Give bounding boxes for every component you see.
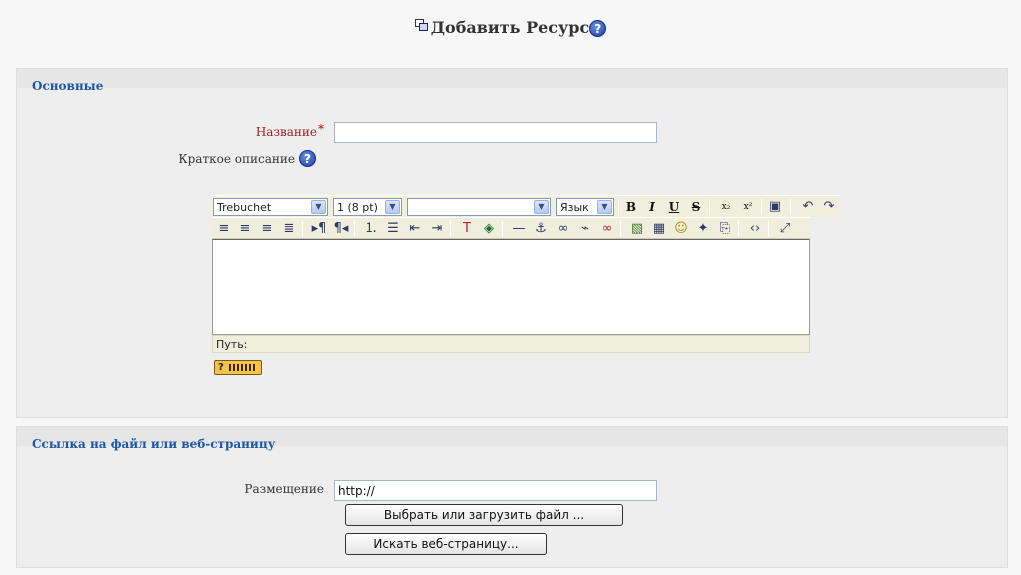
choose-file-button[interactable]: Выбрать или загрузить файл ...: [345, 504, 623, 526]
image-icon[interactable]: ▧: [627, 220, 647, 238]
toolbar-separator: [768, 221, 769, 237]
editor-path-label: Путь:: [216, 338, 248, 351]
link-icon[interactable]: ∞: [553, 220, 573, 238]
link-legend: Ссылка на файл или веб-страницу: [32, 437, 276, 451]
font-size-value: 1 (8 pt): [337, 201, 378, 214]
html-editor: Trebuchet ▼ 1 (8 pt) ▼ ▼ Язык ▼ B I U S …: [212, 195, 840, 353]
underline-button[interactable]: U: [664, 198, 684, 216]
ordered-list-icon[interactable]: ⒈: [361, 220, 381, 238]
bg-color-icon[interactable]: ◈: [479, 220, 499, 238]
toolbar-row-1: Trebuchet ▼ 1 (8 pt) ▼ ▼ Язык ▼ B I U S …: [212, 195, 840, 217]
chevron-down-icon: ▼: [534, 200, 549, 214]
strikethrough-button[interactable]: S: [686, 198, 706, 216]
undo-icon[interactable]: ↶: [798, 198, 818, 216]
fullscreen-icon[interactable]: ⤢: [775, 220, 795, 238]
toolbar-separator: [302, 221, 303, 237]
unordered-list-icon[interactable]: ☰: [383, 220, 403, 238]
font-family-select[interactable]: Trebuchet ▼: [213, 198, 328, 216]
indent-icon[interactable]: ⇥: [427, 220, 447, 238]
smiley-icon[interactable]: ☺: [671, 220, 691, 238]
nolink-icon[interactable]: ∞: [597, 220, 617, 238]
toolbar-separator: [761, 199, 762, 215]
toolbar-separator: [618, 199, 619, 215]
html-source-icon[interactable]: ‹›: [745, 220, 765, 238]
superscript-button[interactable]: x²: [738, 198, 758, 216]
required-icon: *: [318, 122, 324, 136]
page-title: Добавить Ресурс?: [0, 18, 1021, 37]
italic-button[interactable]: I: [642, 198, 662, 216]
font-family-value: Trebuchet: [217, 201, 272, 214]
keyboard-help-glyph: ?: [218, 362, 224, 373]
name-label: Название*: [200, 122, 324, 139]
keyboard-icon: [229, 364, 257, 371]
ltr-icon[interactable]: ▸¶: [309, 220, 329, 238]
editor-content-area[interactable]: [212, 239, 810, 335]
outdent-icon[interactable]: ⇤: [405, 220, 425, 238]
special-char-icon[interactable]: ✦: [693, 220, 713, 238]
align-right-icon[interactable]: ≡: [257, 220, 277, 238]
search-replace-icon[interactable]: ⎘: [715, 220, 735, 238]
table-icon[interactable]: ▦: [649, 220, 669, 238]
help-icon[interactable]: ?: [589, 20, 607, 37]
chevron-down-icon: ▼: [597, 200, 612, 214]
format-select[interactable]: ▼: [407, 198, 551, 216]
name-input[interactable]: [334, 122, 657, 143]
anchor-icon[interactable]: ⚓: [531, 220, 551, 238]
toolbar-separator: [502, 221, 503, 237]
summary-label: Краткое описание: [150, 152, 295, 166]
redo-icon[interactable]: ↷: [819, 198, 839, 216]
horizontal-rule-icon[interactable]: —: [509, 220, 529, 238]
align-center-icon[interactable]: ≡: [235, 220, 255, 238]
chevron-down-icon: ▼: [385, 200, 400, 214]
subscript-button[interactable]: x₂: [716, 198, 736, 216]
align-justify-icon[interactable]: ≣: [279, 220, 299, 238]
page-title-text: Добавить Ресурс: [430, 18, 590, 37]
keyboard-help-button[interactable]: ?: [214, 360, 262, 375]
general-legend: Основные: [32, 79, 104, 93]
name-label-text: Название: [255, 125, 317, 139]
search-webpage-button[interactable]: Искать веб-страницу...: [345, 533, 547, 555]
toolbar-separator: [354, 221, 355, 237]
location-input[interactable]: [334, 480, 657, 501]
toolbar-separator: [450, 221, 451, 237]
location-label-text: Размещение: [244, 482, 324, 496]
summary-label-text: Краткое описание: [178, 152, 295, 166]
toolbar-separator: [620, 221, 621, 237]
resource-icon: [414, 19, 429, 31]
clean-word-icon[interactable]: ▣: [765, 198, 785, 216]
general-legend-bar: [17, 69, 1007, 88]
bold-button[interactable]: B: [621, 198, 641, 216]
summary-help-icon[interactable]: ?: [299, 150, 316, 167]
text-color-icon[interactable]: T: [457, 220, 477, 238]
chevron-down-icon: ▼: [311, 200, 326, 214]
unlink-icon[interactable]: ⌁: [575, 220, 595, 238]
editor-path-bar: Путь:: [212, 335, 810, 353]
toolbar-separator: [790, 199, 791, 215]
language-select[interactable]: Язык ▼: [556, 198, 614, 216]
toolbar-separator: [709, 199, 710, 215]
toolbar-row-2: ≡ ≡ ≡ ≣ ▸¶ ¶◂ ⒈ ☰ ⇤ ⇥ T ◈ — ⚓ ∞ ⌁ ∞ ▧ ▦ …: [212, 217, 810, 239]
font-size-select[interactable]: 1 (8 pt) ▼: [333, 198, 402, 216]
align-left-icon[interactable]: ≡: [214, 220, 234, 238]
rtl-icon[interactable]: ¶◂: [331, 220, 351, 238]
location-label: Размещение: [200, 482, 324, 496]
language-value: Язык: [560, 201, 589, 214]
toolbar-separator: [738, 221, 739, 237]
